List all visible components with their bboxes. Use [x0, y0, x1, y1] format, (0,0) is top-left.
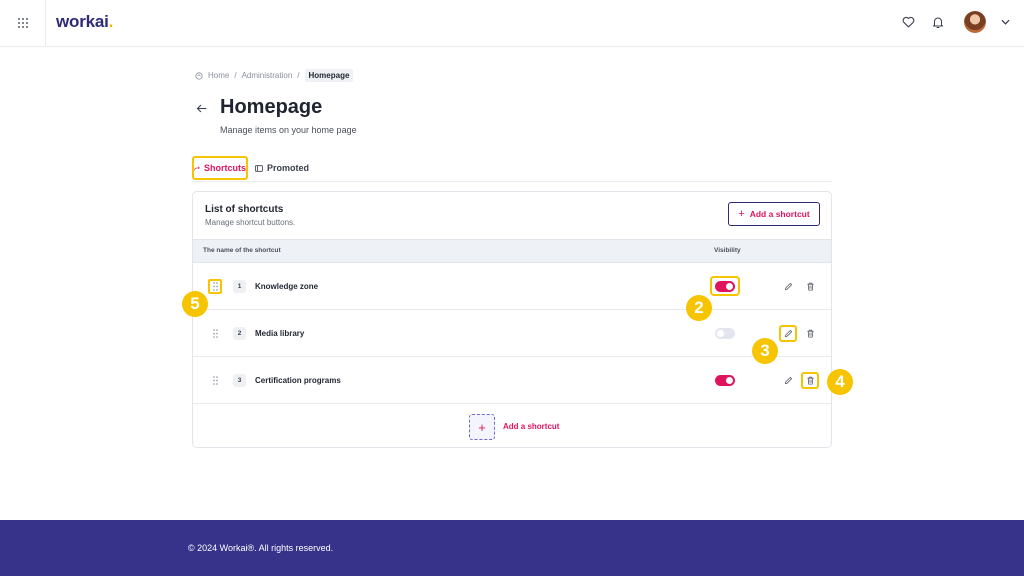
- share-arrow-icon: [194, 165, 200, 170]
- drag-dots-icon: [212, 329, 218, 338]
- trash-icon: [806, 376, 814, 385]
- card-title: List of shortcuts: [205, 204, 284, 215]
- drag-dots-icon: [212, 282, 218, 291]
- user-menu-toggle[interactable]: [1000, 14, 1010, 30]
- page-subtitle: Manage items on your home page: [220, 125, 357, 135]
- visibility-toggle[interactable]: [710, 323, 740, 343]
- home-icon: [195, 71, 203, 80]
- tab-shortcuts[interactable]: Shortcuts: [192, 156, 248, 180]
- promoted-card-icon: [255, 164, 263, 172]
- row-number: 2: [233, 327, 246, 340]
- top-bar: workai.: [0, 0, 1024, 47]
- breadcrumb-current: Homepage: [304, 69, 354, 82]
- column-header-name: The name of the shortcut: [203, 247, 281, 254]
- add-shortcut-link[interactable]: Add a shortcut: [503, 422, 559, 431]
- heart-icon: [902, 16, 914, 28]
- card-subtitle: Manage shortcut buttons.: [205, 218, 296, 227]
- tab-promoted[interactable]: Promoted: [255, 156, 309, 180]
- table-row: 2 Media library: [193, 310, 831, 357]
- plus-icon: +: [478, 419, 486, 435]
- breadcrumb-administration[interactable]: Administration: [242, 71, 293, 80]
- column-header-visibility: Visibility: [714, 247, 741, 254]
- add-shortcut-row: + Add a shortcut: [193, 405, 831, 447]
- row-number: 1: [233, 280, 246, 293]
- breadcrumb: Home / Administration / Homepage: [195, 69, 354, 82]
- add-shortcut-button[interactable]: + Add a shortcut: [728, 202, 820, 226]
- callout-badge: 2: [686, 295, 712, 321]
- tab-promoted-label: Promoted: [267, 163, 310, 173]
- toggle-switch-off: [715, 327, 735, 339]
- breadcrumb-separator: /: [234, 71, 237, 80]
- logo-dot: .: [108, 12, 114, 31]
- trash-icon: [806, 282, 814, 291]
- delete-button[interactable]: [801, 372, 819, 389]
- pencil-icon: [784, 329, 792, 338]
- toggle-switch-on: [715, 280, 735, 292]
- callout-badge: 5: [182, 291, 208, 317]
- toggle-switch-on: [715, 374, 735, 386]
- add-shortcut-label: Add a shortcut: [749, 209, 810, 219]
- edit-button[interactable]: [779, 278, 797, 295]
- breadcrumb-home[interactable]: Home: [208, 71, 229, 80]
- footer-copyright: © 2024 Workai®. All rights reserved.: [188, 543, 334, 553]
- drag-dots-icon: [212, 376, 218, 385]
- tab-bar: Shortcuts Promoted: [192, 154, 832, 182]
- callout-badge: 4: [827, 369, 853, 395]
- table-header: The name of the shortcut Visibility: [193, 239, 831, 263]
- edit-button[interactable]: [779, 325, 797, 342]
- trash-icon: [806, 329, 814, 338]
- bell-icon: [933, 17, 943, 28]
- pencil-icon: [784, 282, 792, 291]
- drag-handle[interactable]: [208, 373, 222, 388]
- page-title: Homepage: [220, 96, 323, 118]
- edit-button[interactable]: [779, 372, 797, 389]
- top-right-actions: [900, 11, 1010, 33]
- callout-badge: 3: [752, 338, 778, 364]
- delete-button[interactable]: [801, 278, 819, 295]
- drag-handle[interactable]: [208, 279, 222, 294]
- table-row: 3 Certification programs: [193, 357, 831, 404]
- shortcut-name: Certification programs: [255, 376, 341, 385]
- arrow-left-icon: [196, 104, 207, 113]
- logo-text: workai: [56, 12, 109, 31]
- chevron-down-icon: [1000, 19, 1010, 25]
- row-number: 3: [233, 374, 246, 387]
- shortcut-name: Knowledge zone: [255, 282, 319, 291]
- favorites-button[interactable]: [900, 14, 916, 30]
- drag-handle[interactable]: [208, 326, 222, 341]
- visibility-toggle[interactable]: [710, 276, 740, 296]
- breadcrumb-separator: /: [297, 71, 300, 80]
- workai-logo[interactable]: workai.: [56, 12, 113, 32]
- table-row: 1 Knowledge zone: [193, 263, 831, 310]
- plus-icon: +: [738, 208, 745, 220]
- shortcut-name: Media library: [255, 329, 305, 338]
- visibility-toggle[interactable]: [710, 370, 740, 390]
- pencil-icon: [784, 376, 792, 385]
- footer: © 2024 Workai®. All rights reserved.: [0, 520, 1024, 576]
- app-grid-button[interactable]: [0, 0, 46, 46]
- user-avatar[interactable]: [964, 11, 986, 33]
- add-shortcut-plus-button[interactable]: +: [469, 414, 495, 440]
- tab-shortcuts-label: Shortcuts: [203, 163, 246, 173]
- shortcuts-card: List of shortcuts Manage shortcut button…: [192, 191, 832, 448]
- delete-button[interactable]: [801, 325, 819, 342]
- notifications-button[interactable]: [930, 14, 946, 30]
- back-button[interactable]: [196, 100, 207, 118]
- grid-icon: [17, 18, 28, 28]
